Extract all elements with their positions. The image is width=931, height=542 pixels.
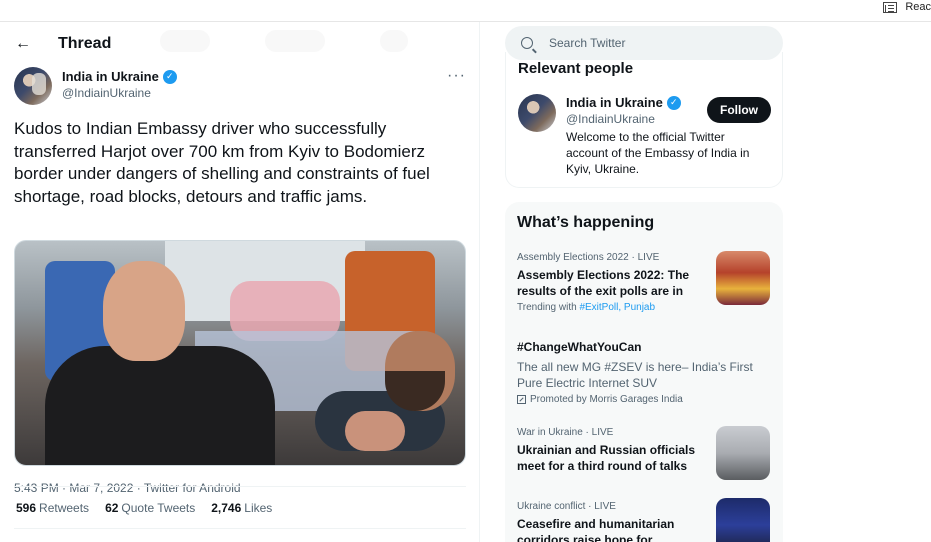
- relevant-person-name[interactable]: India in Ukraine: [566, 95, 663, 110]
- back-arrow-icon[interactable]: ←: [14, 35, 32, 53]
- tweet-text: Kudos to Indian Embassy driver who succe…: [14, 119, 430, 206]
- relevant-people-title: Relevant people: [518, 60, 634, 77]
- page-title: Thread: [58, 35, 112, 52]
- quote-tweets-stat[interactable]: 62 Quote Tweets: [105, 501, 195, 515]
- tweet-photo[interactable]: [14, 240, 466, 466]
- search-bar[interactable]: Search Twitter: [505, 26, 783, 60]
- trend-hashtag-link[interactable]: #ExitPoll, Punjab: [579, 302, 655, 313]
- tweet-timestamp[interactable]: 5:43 PM · Mar 7, 2022 · Twitter for Andr…: [14, 481, 241, 495]
- trend-headline: #ChangeWhatYouCan: [517, 340, 642, 354]
- header-ghost-blob: [265, 30, 325, 52]
- whats-happening-card: What’s happening Assembly Elections 2022…: [505, 202, 783, 542]
- search-input[interactable]: Search Twitter: [549, 36, 625, 50]
- trend-thumbnail[interactable]: [716, 498, 770, 542]
- promoted-icon: [517, 395, 526, 404]
- trend-description: The all new MG #ZSEV is here– India’s Fi…: [517, 360, 753, 390]
- trend-headline: Ceasefire and humanitarian corridors rai…: [517, 517, 675, 542]
- retweets-stat[interactable]: 596 Retweets: [16, 501, 89, 515]
- relevant-person-bio: Welcome to the official Twitter account …: [566, 130, 750, 176]
- browser-toolbar: Reac: [0, 0, 931, 22]
- whats-happening-title: What’s happening: [517, 214, 655, 231]
- tweet-stats: 596 Retweets 62 Quote Tweets 2,746 Likes: [16, 501, 272, 515]
- search-icon: [521, 37, 533, 49]
- promoted-label: Promoted by Morris Garages India: [517, 394, 773, 405]
- avatar[interactable]: [14, 67, 52, 105]
- thread-column: ← Thread India in Ukraine ✓ @IndiainUkra…: [0, 22, 480, 542]
- trend-headline: Assembly Elections 2022: The results of …: [517, 268, 690, 298]
- verified-badge-icon: ✓: [666, 95, 681, 110]
- author-name[interactable]: India in Ukraine: [62, 69, 159, 84]
- reader-view-label: Reac: [905, 1, 931, 13]
- trend-thumbnail[interactable]: [716, 426, 770, 480]
- reader-view-button[interactable]: Reac: [883, 0, 931, 14]
- divider: [14, 486, 466, 487]
- author-handle[interactable]: @IndiainUkraine: [62, 86, 151, 100]
- more-options-icon[interactable]: ···: [447, 67, 466, 85]
- relevant-people-card: Relevant people India in Ukraine ✓ @Indi…: [505, 52, 783, 188]
- follow-button[interactable]: Follow: [707, 97, 771, 123]
- tweet-author: India in Ukraine ✓ @IndiainUkraine ···: [14, 67, 466, 107]
- trend-headline: Ukrainian and Russian officials meet for…: [517, 443, 696, 473]
- reader-view-icon: [883, 1, 898, 13]
- trend-item[interactable]: #ChangeWhatYouCan The all new MG #ZSEV i…: [517, 339, 773, 405]
- divider: [14, 528, 466, 529]
- avatar[interactable]: [518, 94, 556, 132]
- header-ghost-blob: [160, 30, 210, 52]
- header-ghost-blob: [380, 30, 408, 52]
- verified-badge-icon: ✓: [162, 69, 177, 84]
- relevant-person-handle[interactable]: @IndiainUkraine: [566, 112, 655, 126]
- likes-stat[interactable]: 2,746 Likes: [211, 501, 272, 515]
- trend-thumbnail[interactable]: [716, 251, 770, 305]
